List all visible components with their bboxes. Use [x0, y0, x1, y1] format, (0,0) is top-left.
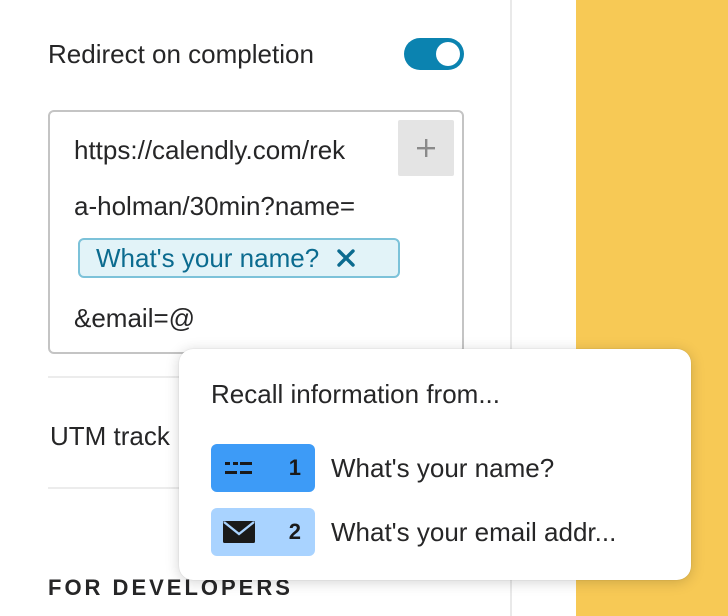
- recall-information-popup: Recall information from... 1 What's your…: [179, 349, 691, 580]
- recall-option-label: What's your name?: [331, 453, 555, 483]
- add-recall-button[interactable]: [398, 120, 454, 176]
- question-number: 2: [288, 519, 301, 544]
- short-text-icon: [223, 456, 255, 480]
- url-text-line-4[interactable]: &email=@: [74, 302, 195, 334]
- redirect-url-editor[interactable]: https://calendly.com/rek a-holman/30min?…: [48, 110, 464, 354]
- recall-option-label: What's your email addr...: [331, 517, 617, 547]
- url-text-line-2[interactable]: a-holman/30min?name=: [74, 190, 355, 222]
- recall-tag-label: What's your name?: [96, 242, 320, 273]
- plus-icon: [417, 139, 435, 157]
- envelope-icon: [223, 520, 255, 544]
- question-badge: 1: [211, 444, 315, 492]
- redirect-label: Redirect on completion: [48, 39, 314, 69]
- popup-title: Recall information from...: [211, 379, 500, 409]
- url-text-line-1[interactable]: https://calendly.com/rek: [74, 134, 345, 166]
- recall-tag-name[interactable]: What's your name?: [78, 238, 400, 278]
- utm-tracking-label: UTM track: [50, 421, 170, 451]
- question-badge: 2: [211, 508, 315, 556]
- recall-option-email[interactable]: 2 What's your email addr...: [211, 508, 671, 556]
- recall-option-name[interactable]: 1 What's your name?: [211, 444, 671, 492]
- typeform-logic-settings: Redirect on completion https://calendly.…: [0, 0, 728, 616]
- toggle-knob: [436, 42, 460, 66]
- remove-tag-icon[interactable]: [335, 247, 357, 269]
- question-number: 1: [288, 455, 301, 480]
- redirect-toggle[interactable]: [404, 38, 464, 70]
